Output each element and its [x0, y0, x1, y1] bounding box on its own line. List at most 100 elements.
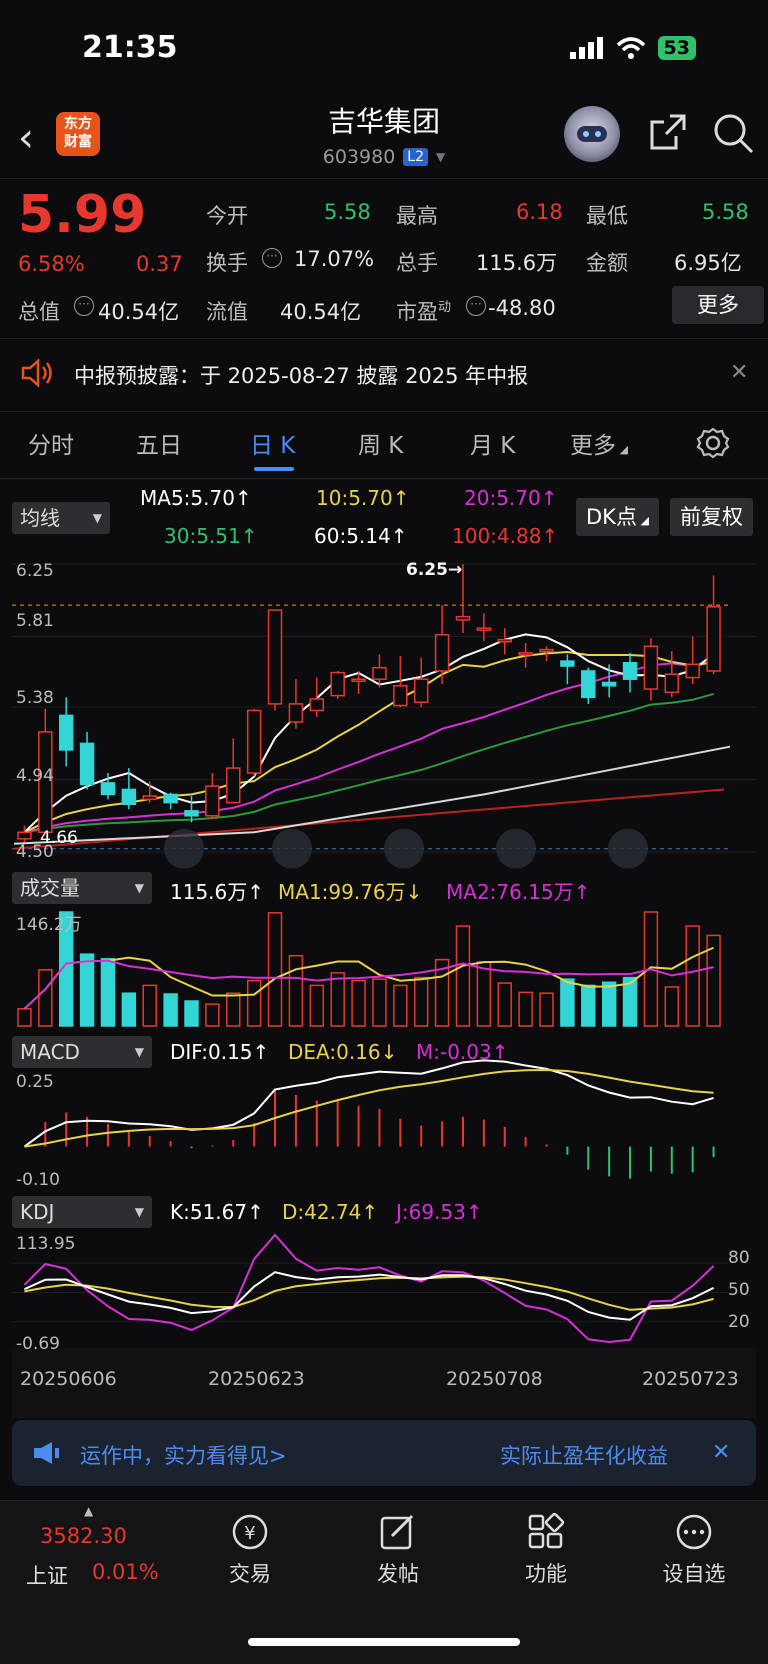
- robot-icon: [577, 126, 607, 142]
- tab-five-day[interactable]: 五日: [136, 426, 182, 460]
- ma-select[interactable]: 均线 ▼: [12, 502, 110, 534]
- low-label: 最低: [586, 204, 628, 228]
- close-icon[interactable]: ✕: [730, 360, 748, 385]
- signal-icon: [569, 37, 603, 59]
- more-dots-icon[interactable]: ···: [262, 248, 282, 268]
- amount-value: 6.95亿: [674, 251, 742, 275]
- nav-trade[interactable]: ¥ 交易: [200, 1512, 300, 1588]
- kdj-level-20: 20: [728, 1312, 750, 1332]
- ma20-line: [24, 660, 714, 834]
- d-value: D:42.74↑: [282, 1200, 379, 1224]
- chart-control-button: [164, 828, 204, 869]
- macd-select[interactable]: MACD ▼: [12, 1036, 152, 1068]
- grid-icon: [528, 1512, 565, 1549]
- dif-line: [23, 1059, 714, 1148]
- ma30-value: 30:5.51↑: [164, 524, 258, 548]
- volume-bar: [393, 984, 408, 1027]
- high-marker: 6.25→: [406, 560, 463, 580]
- speaker-icon: [21, 358, 52, 388]
- tab-daily-k[interactable]: 日 K: [250, 426, 295, 460]
- y-axis-label: 4.94: [16, 766, 54, 786]
- chart-area[interactable]: [12, 556, 756, 1418]
- kdj-level-80: 80: [728, 1248, 750, 1268]
- kdj-axis-top: 113.95: [16, 1234, 76, 1254]
- amount-label: 金额: [586, 251, 628, 275]
- y-axis-label: 5.38: [16, 688, 54, 708]
- tab-intraday[interactable]: 分时: [28, 426, 74, 460]
- float-value: 40.54亿: [280, 300, 362, 324]
- index-name[interactable]: 上证: [26, 1560, 68, 1590]
- index-change[interactable]: 0.01%: [92, 1560, 159, 1584]
- low-value: 5.58: [702, 200, 749, 224]
- volume-bar: [413, 976, 429, 1027]
- gear-icon[interactable]: [696, 426, 730, 460]
- volume-bar: [685, 925, 700, 1027]
- nav-functions[interactable]: 功能: [496, 1512, 596, 1588]
- tab-active-indicator: [254, 467, 294, 471]
- ma100-value: 100:4.88↑: [452, 524, 559, 548]
- candle-body: [288, 703, 304, 723]
- dk-point-button[interactable]: DK点 ◢: [576, 498, 659, 536]
- volume-bar: [309, 984, 325, 1027]
- tab-more[interactable]: 更多 ◢: [570, 426, 628, 460]
- kdj-select[interactable]: KDJ ▼: [12, 1196, 152, 1228]
- share-icon[interactable]: [648, 112, 688, 152]
- candle-body: [413, 678, 429, 703]
- search-icon[interactable]: [712, 112, 754, 154]
- kdj-axis-bottom: -0.69: [16, 1334, 60, 1354]
- volume-bar: [226, 992, 241, 1027]
- volume-select[interactable]: 成交量 ▼: [12, 872, 152, 904]
- candle-body: [393, 685, 408, 707]
- more-dots-icon[interactable]: ···: [466, 296, 486, 316]
- low-marker: 4.66: [40, 828, 78, 848]
- more-dots-icon[interactable]: ···: [74, 296, 94, 316]
- turnover-label: 换手: [206, 251, 248, 275]
- robot-avatar[interactable]: [564, 106, 620, 162]
- megaphone-icon: [34, 1442, 59, 1464]
- volume-bar: [560, 978, 575, 1027]
- tab-weekly-k[interactable]: 周 K: [358, 426, 403, 460]
- candle-body: [518, 652, 533, 656]
- more-button[interactable]: 更多: [672, 286, 764, 324]
- volume-bar: [205, 1003, 220, 1027]
- more-circle-icon: [676, 1514, 712, 1550]
- candle-body: [142, 795, 157, 801]
- candle-body: [497, 638, 512, 643]
- divider: [0, 178, 768, 179]
- volume-bar: [476, 961, 492, 1027]
- ma5-value: MA5:5.70↑: [140, 486, 252, 510]
- index-value[interactable]: 3582.30: [40, 1524, 127, 1548]
- home-indicator: [248, 1638, 520, 1646]
- d-line: [24, 1275, 714, 1311]
- y-axis-label: 5.81: [16, 611, 54, 631]
- volume-value: 115.6万: [476, 251, 558, 275]
- candle-body: [372, 666, 387, 680]
- ma60-value: 60:5.14↑: [314, 524, 408, 548]
- ma60-line: [13, 745, 731, 845]
- nav-post[interactable]: 发帖: [348, 1512, 448, 1588]
- adjust-button[interactable]: 前复权: [670, 498, 753, 536]
- volume-bar: [184, 1000, 199, 1027]
- tab-monthly-k[interactable]: 月 K: [470, 426, 515, 460]
- ma30-line: [24, 692, 714, 834]
- volume-bar: [100, 958, 116, 1027]
- candle-body: [17, 831, 32, 840]
- volume-axis-top: 146.2万: [16, 915, 82, 935]
- high-value: 6.18: [516, 200, 563, 224]
- vol-ma2-value: MA2:76.15万↑: [446, 880, 591, 904]
- candle-body: [205, 785, 220, 817]
- triangle-up-icon: ▲: [84, 1504, 94, 1518]
- nav-watchlist[interactable]: 设自选: [644, 1512, 744, 1588]
- candle-body: [601, 681, 617, 687]
- notice-text: 中报预披露：于 2025-08-27 披露 2025 年中报: [74, 364, 529, 388]
- battery-icon: 53: [657, 36, 696, 60]
- open-label: 今开: [206, 204, 248, 228]
- close-icon[interactable]: ✕: [712, 1440, 730, 1465]
- change-amount: 0.37: [136, 252, 183, 276]
- dif-value: DIF:0.15↑: [170, 1040, 270, 1064]
- candle-body: [476, 627, 492, 631]
- chart-control-button: [272, 828, 312, 869]
- chart-control-button: [496, 828, 536, 869]
- candle-body: [309, 698, 325, 712]
- yen-cycle-icon: ¥: [232, 1514, 268, 1550]
